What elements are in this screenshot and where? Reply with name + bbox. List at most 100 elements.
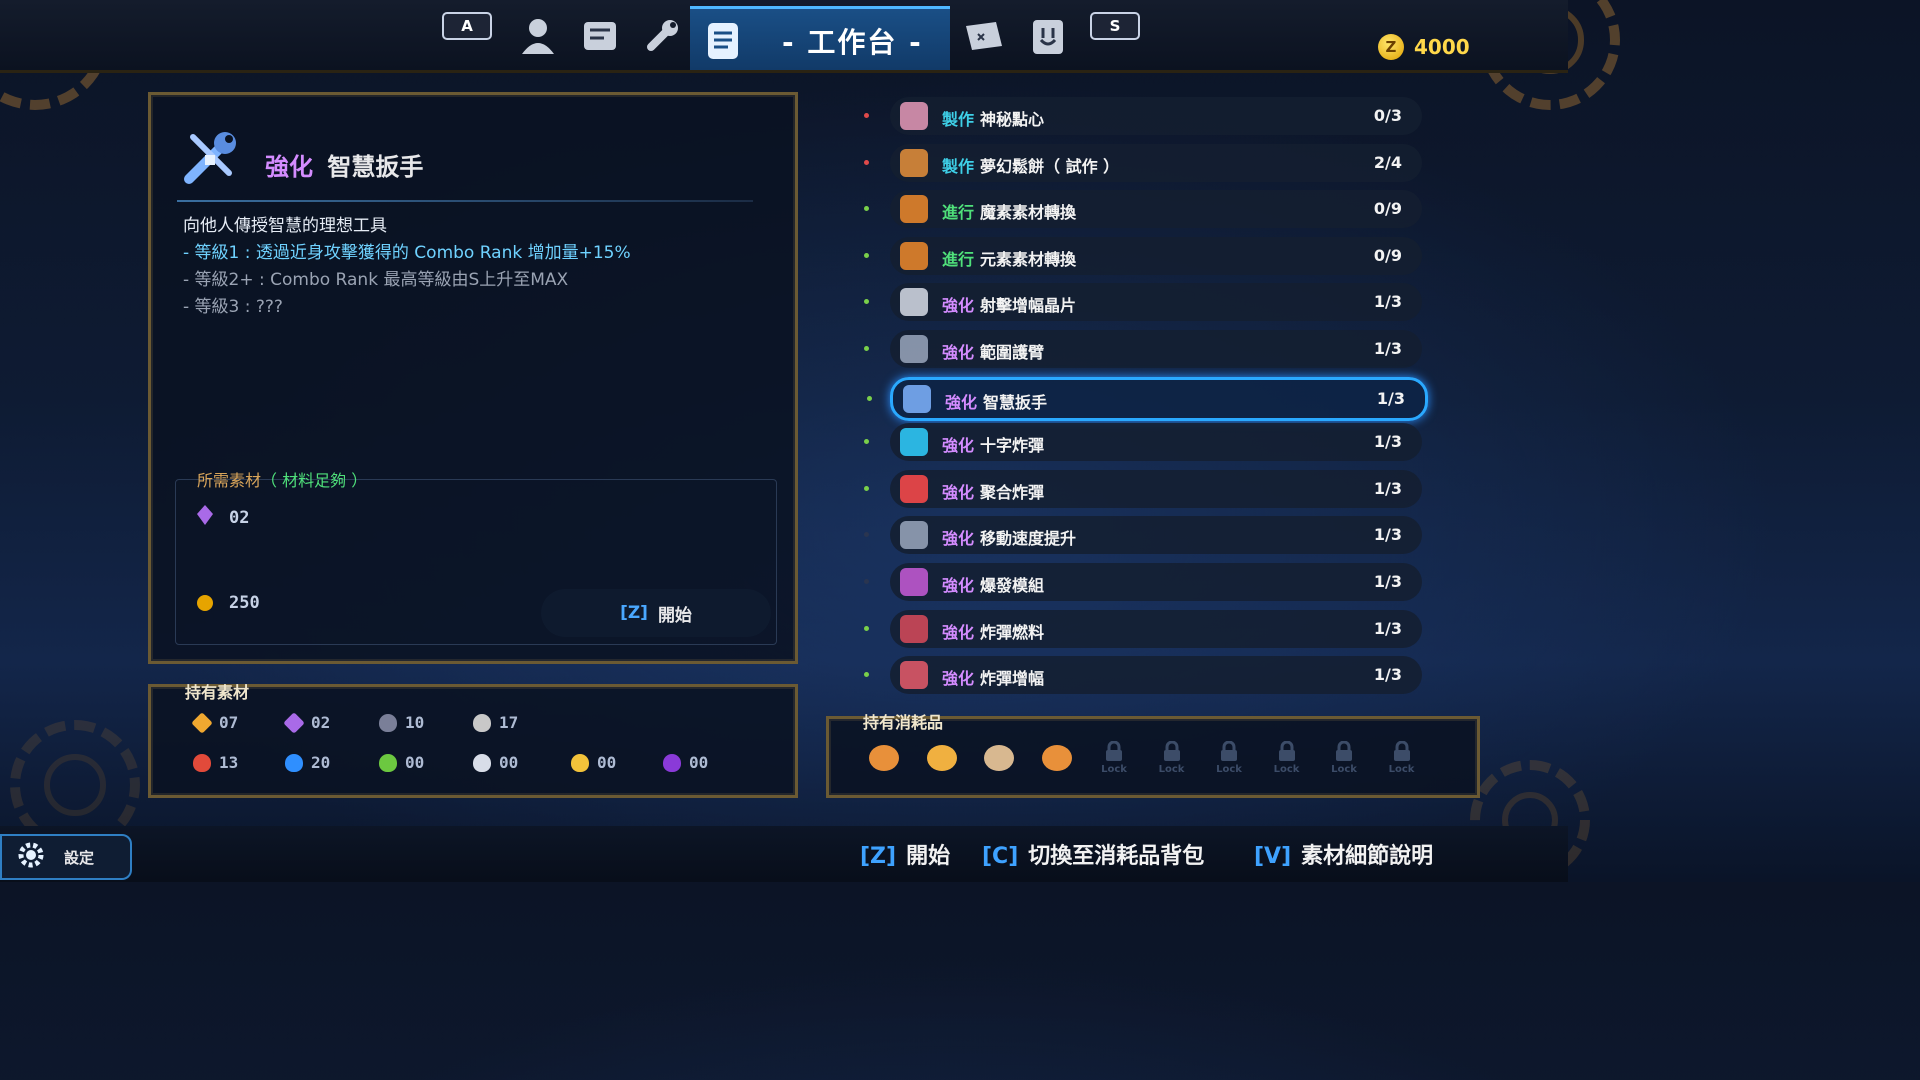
scroll-map-icon[interactable] (578, 14, 622, 58)
white-slime-icon (473, 753, 491, 772)
recipe-name: 炸彈燃料 (980, 622, 1045, 642)
tab-workbench[interactable]: - 工作台 - (690, 6, 950, 70)
recipe-verb: 強化 (942, 436, 975, 456)
recipe-row[interactable]: 製作 神秘點心 0/3 (864, 97, 1422, 135)
owned-material-light-pouch[interactable]: 17 (473, 713, 518, 732)
status-dot (864, 299, 869, 305)
owned-material-white-slime[interactable]: 00 (473, 753, 518, 772)
consumable-slot[interactable] (1036, 737, 1078, 779)
recipe-progress: 1/3 (1373, 339, 1402, 358)
recipe-verb: 強化 (942, 296, 975, 316)
dark-pouch-icon (379, 713, 397, 732)
owned-material-red-slime[interactable]: 13 (193, 753, 238, 772)
yellow-slime-icon (571, 753, 589, 772)
req-crystal-count: 02 (229, 507, 250, 528)
owned-material-dark-pouch[interactable]: 10 (379, 713, 424, 732)
recipe-row[interactable]: 強化 移動速度提升 1/3 (864, 516, 1422, 555)
recipe-row[interactable]: 進行 魔素素材轉換 0/9 (864, 190, 1422, 229)
recipe-row[interactable]: 強化 射擊增幅晶片 1/3 (864, 283, 1422, 322)
recipe-label: 強化 爆發模組 (942, 572, 1044, 596)
recipe-name: 神秘點心 (980, 110, 1045, 129)
recipe-progress: 1/3 (1373, 478, 1402, 498)
lock-icon (1278, 740, 1296, 764)
prev-tab-key[interactable]: A (442, 12, 492, 40)
recipe-item-icon (900, 614, 928, 643)
owned-material-yellow-slime[interactable]: 00 (571, 753, 616, 772)
status-dot (864, 113, 869, 118)
recipe-progress: 1/3 (1373, 432, 1402, 452)
locked-slot: Lock (1093, 737, 1135, 779)
status-dot (864, 672, 869, 678)
recipe-title: 強化 智慧扳手 (265, 147, 423, 182)
consumable-slot[interactable] (921, 737, 963, 779)
recipe-progress: 0/9 (1373, 199, 1402, 219)
required-materials-label: 所需素材（ 材料足夠 ） (197, 467, 367, 491)
recipe-label: 強化 炸彈燃料 (942, 619, 1044, 643)
consumable-slot[interactable] (863, 737, 905, 779)
recipe-name: 夢幻鬆餅（ 試作 ） (980, 156, 1120, 176)
recipe-row[interactable]: 製作 夢幻鬆餅（ 試作 ） 2/4 (864, 143, 1422, 182)
recipe-item-icon (900, 102, 928, 130)
material-count: 00 (689, 753, 709, 772)
recipe-row[interactable]: 強化 範圍護臂 1/3 (864, 330, 1422, 368)
owned-material-amber-crystal[interactable]: 07 (191, 711, 239, 734)
wrench-icon[interactable] (640, 14, 684, 58)
recipe-name: 移動速度提升 (980, 529, 1077, 549)
lock-label: Lock (1273, 764, 1300, 775)
map-icon[interactable] (962, 14, 1006, 58)
next-tab-key[interactable]: S (1090, 12, 1140, 40)
recipe-item-icon (900, 428, 928, 457)
desc-line-1: 向他人傳授智慧的理想工具 (183, 216, 387, 236)
settings-button[interactable]: 設定 (0, 834, 132, 880)
status-dot (864, 532, 869, 538)
material-count: 20 (311, 753, 331, 772)
material-count: 00 (597, 753, 617, 772)
recipe-item-icon (903, 384, 931, 413)
owned-material-purple-crystal[interactable]: 02 (283, 711, 330, 734)
recipe-row[interactable]: 進行 元素素材轉換 0/9 (864, 236, 1422, 275)
recipe-verb: 進行 (942, 249, 975, 269)
purple-crystal-icon (197, 505, 213, 530)
workbench-scroll-icon (702, 19, 746, 67)
recipe-name: 炸彈增幅 (980, 669, 1045, 689)
recipe-item-icon (900, 521, 928, 550)
green-slime-icon (379, 753, 397, 772)
desc-line-4: - 等級3 : ??? (183, 297, 283, 317)
recipe-progress: 2/4 (1373, 152, 1402, 172)
owned-material-violet-slime[interactable]: 00 (663, 753, 708, 772)
lock-label: Lock (1216, 764, 1242, 775)
recipe-row[interactable]: 強化 爆發模組 1/3 (864, 563, 1422, 601)
locked-slot: Lock (1266, 737, 1308, 779)
owned-material-blue-slime[interactable]: 20 (285, 753, 330, 772)
lock-label: Lock (1331, 764, 1357, 775)
bunny-book-icon[interactable] (1026, 14, 1070, 58)
title-divider (177, 200, 753, 202)
hint-switch-bag: [C] 切換至消耗品背包 (982, 844, 1205, 869)
hint-start: [Z] 開始 (860, 844, 951, 869)
recipe-row[interactable]: 強化 智慧扳手 1/3 (867, 376, 1428, 421)
consumables-panel: 持有消耗品 Lock Lock Lock Lock Lock Lock (826, 713, 1480, 798)
owned-material-green-slime[interactable]: 00 (379, 753, 424, 772)
amber-crystal-icon (191, 711, 213, 734)
coin-icon (197, 595, 213, 611)
recipe-row[interactable]: 強化 炸彈燃料 1/3 (864, 609, 1422, 648)
recipe-label: 強化 炸彈增幅 (942, 665, 1044, 689)
recipe-row[interactable]: 強化 十字炸彈 1/3 (864, 423, 1422, 462)
smart-wrench-icon (177, 125, 243, 191)
recipe-name: 智慧扳手 (983, 392, 1048, 412)
recipe-row[interactable]: 強化 聚合炸彈 1/3 (864, 469, 1422, 508)
recipe-progress: 1/3 (1376, 388, 1405, 408)
start-button[interactable]: [Z] 開始 (541, 589, 771, 637)
recipe-row[interactable]: 強化 炸彈增幅 1/3 (864, 656, 1422, 695)
lollipop-icon (926, 745, 957, 771)
status-dot (864, 485, 869, 491)
material-count: 07 (219, 713, 239, 732)
start-label: 開始 (657, 605, 692, 626)
status-dot (867, 395, 872, 401)
consumable-slot[interactable] (978, 737, 1020, 779)
status-dot (864, 159, 869, 165)
recipe-verb: 強化 (942, 669, 975, 689)
person-icon[interactable] (516, 14, 560, 58)
recipe-item-icon (900, 474, 928, 503)
lock-icon (1335, 740, 1353, 764)
